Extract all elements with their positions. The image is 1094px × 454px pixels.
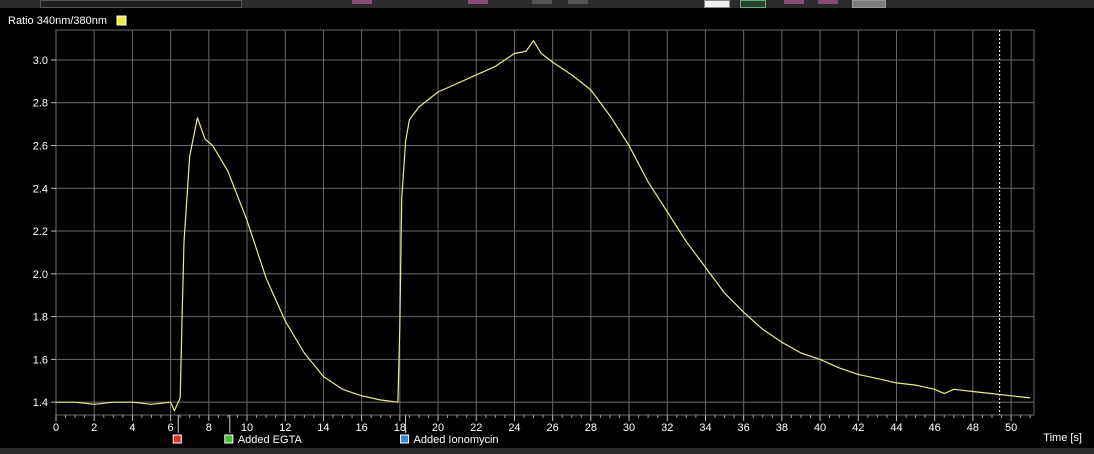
x-tick-label: 8 <box>206 422 212 434</box>
x-axis-label: Time [s] <box>1043 432 1082 444</box>
event-label: Added Ionomycin <box>414 434 499 446</box>
event-marker[interactable] <box>172 434 182 444</box>
series-line[interactable] <box>56 40 1031 412</box>
axes: 0 2 4 6 8 10 12 14 16 18 20 22 24 26 28 30 32 34 36 38 40 42 4… <box>33 55 1031 434</box>
y-tick-label: 2.8 <box>33 98 48 110</box>
y-tick-label: 2.4 <box>33 183 48 195</box>
event-markers: Added EGTA Added Ionomycin <box>172 415 499 446</box>
event-label: Added EGTA <box>238 434 303 446</box>
event-marker[interactable] <box>400 434 410 444</box>
x-tick-label: 30 <box>623 422 635 434</box>
series-color-swatch[interactable] <box>116 15 127 26</box>
y-tick-label: 1.6 <box>33 354 48 366</box>
status-bar <box>0 448 1094 454</box>
x-tick-label: 38 <box>776 422 788 434</box>
series-layer <box>56 30 1031 415</box>
ratio-chart: 0 2 4 6 8 10 12 14 16 18 20 22 24 26 28 30 32 34 36 38 40 42 4… <box>8 15 1082 446</box>
y-tick-label: 2.0 <box>33 269 48 281</box>
y-tick-label: 3.0 <box>33 55 48 67</box>
x-tick-label: 32 <box>661 422 673 434</box>
x-tick-label: 2 <box>91 422 97 434</box>
plot-frame <box>55 29 1035 416</box>
grid <box>55 29 1035 416</box>
x-tick-label: 6 <box>168 422 174 434</box>
x-tick-label: 18 <box>394 422 406 434</box>
y-tick-label: 1.4 <box>33 397 48 409</box>
event-marker[interactable] <box>224 434 234 444</box>
y-axis-label: Ratio 340nm/380nm <box>8 15 107 27</box>
x-tick-label: 34 <box>699 422 711 434</box>
x-tick-label: 50 <box>1005 422 1017 434</box>
x-tick-label: 12 <box>279 422 291 434</box>
x-tick-label: 24 <box>508 422 520 434</box>
x-tick-label: 16 <box>356 422 368 434</box>
x-tick-label: 48 <box>967 422 979 434</box>
x-tick-label: 0 <box>53 422 59 434</box>
x-tick-label: 36 <box>738 422 750 434</box>
x-tick-label: 46 <box>929 422 941 434</box>
x-tick-label: 40 <box>814 422 826 434</box>
x-tick-label: 20 <box>432 422 444 434</box>
y-tick-label: 2.6 <box>33 141 48 153</box>
legend: Ratio 340nm/380nm <box>8 15 127 27</box>
x-tick-label: 14 <box>317 422 329 434</box>
x-tick-label: 26 <box>547 422 559 434</box>
y-tick-label: 2.2 <box>33 226 48 238</box>
x-tick-label: 42 <box>852 422 864 434</box>
y-tick-label: 1.8 <box>33 312 48 324</box>
x-tick-label: 28 <box>585 422 597 434</box>
x-tick-label: 10 <box>241 422 253 434</box>
x-tick-label: 44 <box>890 422 902 434</box>
x-tick-label: 22 <box>470 422 482 434</box>
x-tick-label: 4 <box>129 422 135 434</box>
